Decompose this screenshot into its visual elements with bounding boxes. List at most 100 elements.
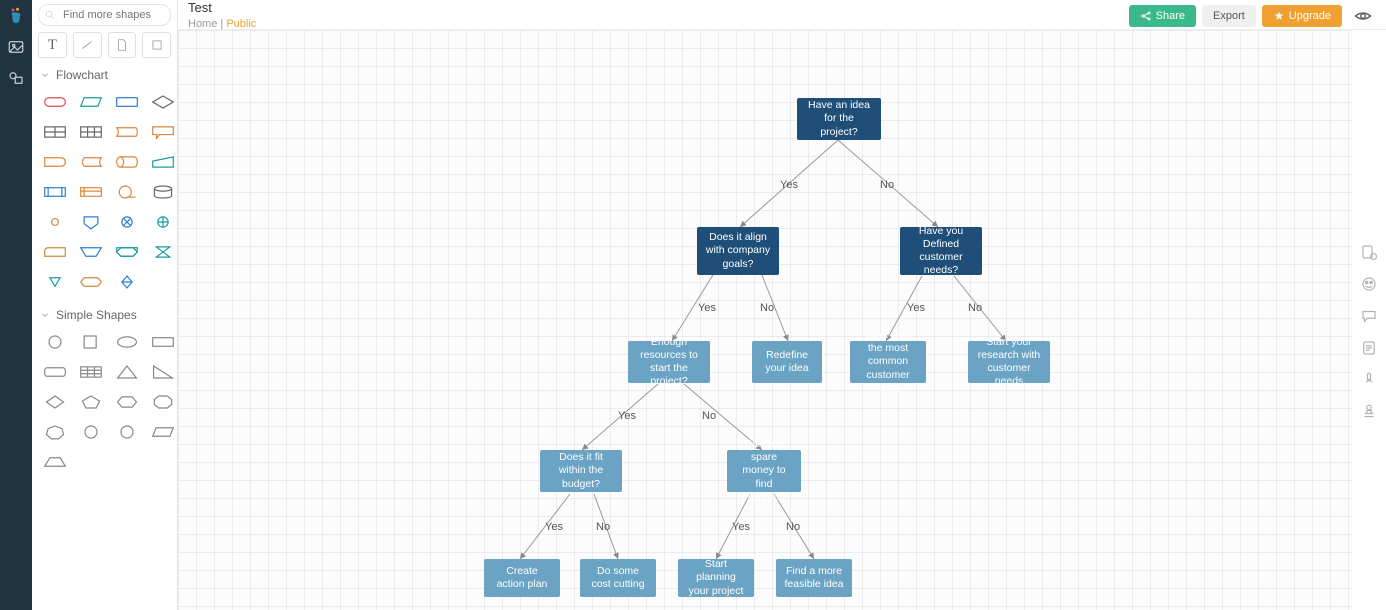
preview-button[interactable] [1350,5,1376,27]
square-shape[interactable] [76,330,106,354]
or-shape[interactable] [148,210,178,234]
shapes-library-icon[interactable] [7,69,25,90]
roundrect-shape[interactable] [40,360,70,384]
heptagon-shape[interactable] [40,420,70,444]
connector-small[interactable] [40,210,70,234]
edge-label-yes: Yes [732,521,750,533]
node-budget[interactable]: Does it fit within the budget? [540,450,622,492]
node-start-plan[interactable]: Start planning your project [678,559,754,597]
octagon-shape[interactable] [148,390,178,414]
trapezoid-shape[interactable] [40,450,70,474]
grid-shape[interactable] [76,360,106,384]
diamond2-shape[interactable] [40,390,70,414]
shape-search-input[interactable] [38,4,171,26]
export-button[interactable]: Export [1202,5,1256,27]
extract-shape[interactable] [40,270,70,294]
node-feasible[interactable]: Find a more feasible idea [776,559,852,597]
preparation-shape[interactable] [76,270,106,294]
edge-label-yes: Yes [907,302,925,314]
flow-edges [178,30,1352,610]
data-shape[interactable] [76,90,106,114]
node-align[interactable]: Does it align with company goals? [697,227,779,275]
section-simple[interactable]: Simple Shapes [32,302,177,326]
directdata-shape[interactable] [112,150,142,174]
table4-shape[interactable] [76,120,106,144]
page-tool[interactable] [108,32,137,58]
edge-label-no: No [760,302,774,314]
tool-row: T [32,30,177,62]
righttri-shape[interactable] [148,360,178,384]
node-action-plan[interactable]: Create action plan [484,559,560,597]
pentagon-shape[interactable] [76,390,106,414]
decagon-shape[interactable] [112,420,142,444]
edge-label-yes: Yes [618,410,636,422]
process-shape[interactable] [112,90,142,114]
summing-shape[interactable] [112,210,142,234]
document-title[interactable]: Test [188,1,256,15]
edge-label-yes: Yes [698,302,716,314]
section-flowchart[interactable]: Flowchart [32,62,177,86]
properties-icon[interactable] [1357,240,1381,264]
node-start-common[interactable]: Start with the most common customer need [850,341,926,383]
comments-icon[interactable] [1357,304,1381,328]
delay-shape[interactable] [40,150,70,174]
node-resources[interactable]: Enough resources to start the project? [628,341,710,383]
line-tool[interactable] [73,32,102,58]
storeddata-shape[interactable] [76,150,106,174]
terminator-shape[interactable] [40,90,70,114]
text-tool[interactable]: T [38,32,67,58]
loop-shape[interactable] [112,240,142,264]
edge-label-no: No [786,521,800,533]
node-root[interactable]: Have an idea for the project? [797,98,881,140]
flowchart-grid [32,86,177,302]
internalstorage-shape[interactable] [76,180,106,204]
upgrade-button[interactable]: Upgrade [1262,5,1342,27]
share-button[interactable]: Share [1129,5,1196,27]
edge-label-yes: Yes [780,179,798,191]
collate-shape[interactable] [148,240,178,264]
circle-shape[interactable] [40,330,70,354]
callout-shape[interactable] [148,120,178,144]
nonagon-shape[interactable] [76,420,106,444]
triangle-shape[interactable] [112,360,142,384]
app-logo[interactable] [6,4,26,28]
share-icon [1140,10,1152,22]
node-needs[interactable]: Have you Defined customer needs? [900,227,982,275]
node-cost-cut[interactable]: Do some cost cutting [580,559,656,597]
seqdata-shape[interactable] [112,180,142,204]
ellipse-shape[interactable] [112,330,142,354]
breadcrumb-public[interactable]: Public [226,18,256,30]
title-block: Test Home | Public [188,1,256,29]
parallelogram-shape[interactable] [148,420,178,444]
sort-shape[interactable] [112,270,142,294]
simple-grid [32,326,177,482]
frame-tool[interactable] [142,32,171,58]
decision-shape[interactable] [148,90,178,114]
offpage-shape[interactable] [76,210,106,234]
manualop-shape[interactable] [76,240,106,264]
link-icon[interactable] [1357,368,1381,392]
chevron-down-icon [40,70,50,80]
card-shape[interactable] [40,240,70,264]
image-library-icon[interactable] [7,38,25,59]
style-icon[interactable] [1357,272,1381,296]
canvas[interactable]: Have an idea for the project? Does it al… [178,30,1352,610]
shapes-panel: T Flowchart [32,0,178,610]
rect-shape[interactable] [148,330,178,354]
hexagon-shape[interactable] [112,390,142,414]
breadcrumb-home[interactable]: Home [188,18,217,30]
export-label: Export [1213,10,1245,22]
display-shape[interactable] [112,120,142,144]
database-shape[interactable] [148,180,178,204]
edge-label-no: No [596,521,610,533]
node-redefine[interactable]: Redefine your idea [752,341,822,383]
notes-icon[interactable] [1357,336,1381,360]
node-start-research[interactable]: Start your research with customer needs [968,341,1050,383]
node-spare[interactable]: Can you spare money to find resources? [727,450,801,492]
table2-shape[interactable] [40,120,70,144]
predefined-shape[interactable] [40,180,70,204]
manualinput-shape[interactable] [148,150,178,174]
search-icon [44,9,56,21]
layers-icon[interactable] [1357,400,1381,424]
edge-label-no: No [702,410,716,422]
